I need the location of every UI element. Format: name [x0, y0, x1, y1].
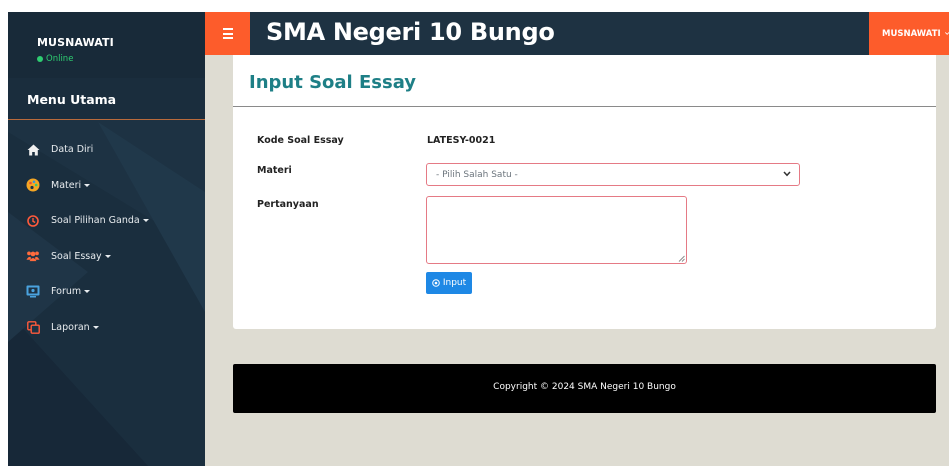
- circle-arrow-icon: [432, 279, 440, 287]
- chevron-down-icon: [944, 32, 949, 35]
- materi-label: Materi: [257, 165, 292, 176]
- pertanyaan-label: Pertanyaan: [257, 199, 319, 210]
- sidebar-item-forum[interactable]: Forum: [8, 274, 205, 310]
- sidebar-item-soal-essay[interactable]: Soal Essay: [8, 239, 205, 275]
- sidebar-item-label: Soal Essay: [51, 250, 102, 262]
- sidebar-item-laporan[interactable]: Laporan: [8, 310, 205, 346]
- sidebar-user-name: MUSNAWATI: [37, 36, 114, 49]
- sidebar-item-label: Laporan: [51, 321, 90, 333]
- copyright-text: Copyright © 2024 SMA Negeri 10 Bungo: [493, 382, 676, 392]
- pertanyaan-textarea[interactable]: [426, 196, 687, 264]
- sidebar-item-materi[interactable]: Materi: [8, 168, 205, 204]
- app-window: MUSNAWATI Online Menu Utama Data Diri Ma…: [8, 12, 949, 466]
- clock-icon: [26, 214, 40, 228]
- copy-icon: [26, 320, 40, 334]
- user-dropdown-button[interactable]: MUSNAWATI: [869, 12, 949, 55]
- caret-down-icon: [84, 290, 91, 294]
- hamburger-menu-button[interactable]: [205, 12, 250, 55]
- sidebar-item-label: Data Diri: [51, 144, 94, 156]
- sidebar-menu: Data Diri Materi Soal Pilihan Ganda Soal…: [8, 132, 205, 345]
- chevron-down-icon: [783, 171, 791, 177]
- sidebar-item-data-diri[interactable]: Data Diri: [8, 132, 205, 168]
- user-status: Online: [37, 54, 73, 64]
- menu-header-label: Menu Utama: [27, 92, 117, 107]
- input-submit-button[interactable]: Input: [426, 272, 472, 294]
- user-panel: MUSNAWATI Online: [8, 12, 205, 78]
- brand-title[interactable]: SMA Negeri 10 Bungo: [266, 18, 555, 46]
- hamburger-line: [222, 28, 233, 30]
- resize-grip-icon[interactable]: [678, 255, 685, 262]
- footer: Copyright © 2024 SMA Negeri 10 Bungo: [233, 364, 936, 413]
- forum-icon: [26, 285, 40, 299]
- user-status-label: Online: [46, 54, 74, 64]
- caret-down-icon: [104, 254, 111, 258]
- code-label: Kode Soal Essay: [257, 135, 344, 146]
- caret-down-icon: [142, 219, 149, 223]
- sidebar-item-label: Forum: [51, 286, 82, 298]
- input-submit-label: Input: [442, 278, 467, 288]
- top-navbar: SMA Negeri 10 Bungo MUSNAWATI: [205, 12, 949, 55]
- page-title: Input Soal Essay: [249, 72, 417, 93]
- sidebar: MUSNAWATI Online Menu Utama Data Diri Ma…: [8, 12, 205, 466]
- users-icon: [26, 249, 40, 263]
- caret-down-icon: [84, 183, 91, 187]
- sidebar-item-label: Soal Pilihan Ganda: [51, 215, 140, 227]
- palette-icon: [26, 178, 40, 192]
- materi-select[interactable]: - Pilih Salah Satu -: [426, 163, 800, 186]
- menu-header: Menu Utama: [8, 78, 205, 120]
- title-divider: [233, 106, 936, 107]
- code-value: LATESY-0021: [427, 135, 496, 146]
- materi-select-value: - Pilih Salah Satu -: [436, 169, 518, 180]
- sidebar-item-soal-pilihan-ganda[interactable]: Soal Pilihan Ganda: [8, 203, 205, 239]
- home-icon: [26, 143, 40, 157]
- caret-down-icon: [92, 325, 99, 329]
- hamburger-line: [222, 32, 233, 35]
- user-dropdown-label: MUSNAWATI: [882, 28, 941, 39]
- input-card: Input Soal Essay Kode Soal Essay LATESY-…: [233, 55, 936, 329]
- online-dot-icon: [37, 56, 43, 62]
- sidebar-item-label: Materi: [51, 179, 82, 191]
- hamburger-line: [222, 37, 233, 39]
